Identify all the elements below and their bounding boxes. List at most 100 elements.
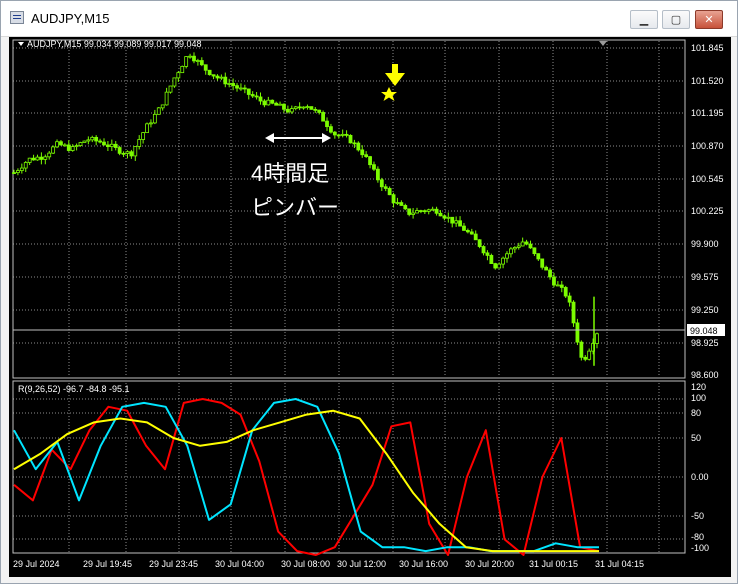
chart-app-icon [10,11,24,24]
candle-body [160,104,165,109]
candle-body [62,144,67,147]
candle-body [305,106,310,108]
price-tick: 98.600 [691,370,719,380]
chart-area[interactable]: 4時間足 ピンバー AUDJPY,M15 99.034 99.089 99.01… [9,37,731,577]
candle-body [403,205,408,210]
candle-body [340,133,345,136]
candle-body [117,147,122,154]
price-tick: 100.225 [691,206,724,216]
candle-body [329,126,333,133]
annotation-label-line2: ピンバー [251,195,339,220]
indicator-tick: 80 [691,408,701,418]
time-axis: 29 Jul 2024 29 Jul 19:45 29 Jul 23:45 30… [13,559,644,569]
current-price-label: 99.048 [690,326,718,336]
candle-body [16,170,20,174]
candle-body [94,136,99,142]
candle-body [501,257,505,265]
candle-body [583,356,588,360]
candle-body [152,113,157,124]
candle-body [544,266,549,271]
candle-body [368,156,372,166]
candle-body [587,350,592,360]
price-tick: 99.250 [691,305,719,315]
candle-body [43,156,48,160]
time-tick: 30 Jul 12:00 [337,559,386,569]
candle-body [379,179,384,188]
candle-body [579,341,584,358]
time-tick: 31 Jul 04:15 [595,559,644,569]
candle-body [571,301,576,324]
window-title: AUDJPY,M15 [31,11,110,26]
time-tick: 29 Jul 19:45 [83,559,132,569]
candle-body [282,103,286,110]
time-tick: 29 Jul 23:45 [149,559,198,569]
close-button[interactable]: ✕ [695,10,723,29]
candle-body [348,134,353,144]
candle-body [207,69,212,76]
candle-body [145,123,149,134]
candle-body [164,91,169,106]
candle-body [137,139,142,147]
candle-body [242,87,247,90]
candle-body [512,247,517,250]
candle-body [344,133,349,136]
candle-body [555,284,560,287]
candle-body [66,144,71,151]
candle-body [375,168,380,181]
candle-body [254,95,259,98]
candle-body [595,333,599,344]
candle-body [90,136,95,141]
candle-body [102,141,106,146]
candle-body [231,83,236,87]
candle-body [548,269,552,278]
candle-body [141,132,146,140]
candle-body [383,186,388,189]
candle-body [199,60,204,66]
candle-body [266,99,271,106]
candle-body [98,140,102,143]
minimize-button[interactable]: ▁ [630,10,658,29]
candle-body [532,247,537,255]
candle-body [195,60,200,62]
candle-body [309,106,314,110]
candle-body [352,142,357,145]
candle-body [434,208,439,214]
candle-body [458,220,462,227]
candle-body [274,102,279,106]
candle-body [74,145,79,147]
candle-body [121,152,126,155]
candle-body [262,100,267,106]
candle-body [528,243,533,249]
time-tick: 30 Jul 08:00 [281,559,330,569]
candle-body [415,210,419,214]
candle-body [239,87,243,90]
candle-body [86,139,91,142]
candle-body [301,106,306,109]
candle-body [332,131,337,136]
price-tick: 99.575 [691,272,719,282]
candle-body [70,146,75,151]
indicator-tick: 50 [691,433,701,443]
candle-body [325,120,329,128]
candle-body [35,156,40,161]
chart-canvas[interactable]: 4時間足 ピンバー AUDJPY,M15 99.034 99.089 99.01… [9,37,731,577]
candle-body [47,152,52,158]
candle-body [59,141,63,146]
candle-body [250,94,255,97]
price-tick: 101.195 [691,108,724,118]
candle-body [51,146,56,154]
candle-body [223,76,228,85]
time-tick: 30 Jul 20:00 [465,559,514,569]
candle-body [113,143,118,148]
time-tick: 30 Jul 16:00 [399,559,448,569]
candle-body [505,253,509,259]
candle-body [184,56,189,67]
price-tick: 98.925 [691,338,719,348]
title-bar[interactable]: AUDJPY,M15 ▁ ▢ ✕ [1,1,737,37]
candle-body [509,248,513,255]
candle-body [465,230,470,233]
candle-body [109,143,114,148]
maximize-button[interactable]: ▢ [662,10,690,29]
candle-body [426,209,431,212]
candle-body [39,156,44,160]
